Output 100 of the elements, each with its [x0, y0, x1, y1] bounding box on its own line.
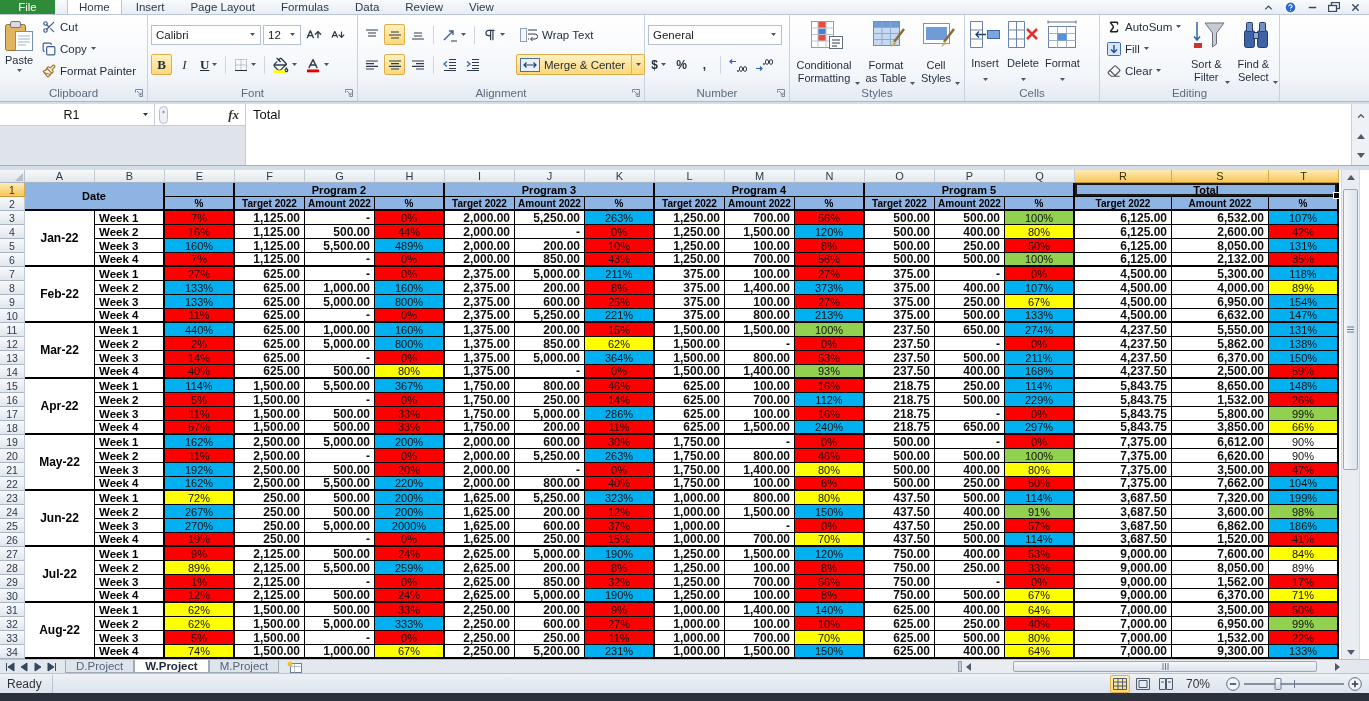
scroll-up-icon[interactable] [1356, 134, 1365, 140]
column-header[interactable]: M [725, 170, 795, 183]
zoom-level-button[interactable]: 70% [1181, 676, 1214, 691]
row-header[interactable]: 13 [0, 351, 25, 365]
column-header[interactable]: P [935, 170, 1005, 183]
row-header[interactable]: 18 [0, 421, 25, 435]
row-header[interactable]: 24 [0, 505, 25, 519]
row-header[interactable]: 2 [0, 197, 25, 211]
italic-button[interactable]: I [174, 54, 195, 75]
ribbon-tab[interactable]: Insert [123, 0, 177, 14]
column-header[interactable]: L [655, 170, 725, 183]
close-icon[interactable] [1350, 1, 1361, 13]
column-header[interactable]: J [515, 170, 585, 183]
column-header[interactable]: O [865, 170, 935, 183]
scroll-down-icon[interactable] [1346, 649, 1355, 655]
clear-button[interactable]: Clear [1103, 60, 1186, 81]
row-header[interactable]: 27 [0, 547, 25, 561]
comma-button[interactable]: , [694, 54, 715, 75]
ribbon-tab[interactable]: View [457, 0, 506, 14]
format-as-table-button[interactable]: Format as Table [862, 18, 916, 87]
row-header[interactable]: 11 [0, 323, 25, 337]
row-header[interactable]: 4 [0, 225, 25, 239]
wrap-text-button[interactable]: Wrap Text [516, 24, 646, 45]
row-header[interactable]: 17 [0, 407, 25, 421]
font-size-field[interactable]: 12 [263, 24, 301, 45]
dialog-launcher-icon[interactable] [345, 89, 353, 97]
row-header[interactable]: 28 [0, 561, 25, 575]
row-header[interactable]: 12 [0, 337, 25, 351]
ribbon-tab[interactable]: Formulas [269, 0, 341, 14]
dialog-launcher-icon[interactable] [777, 89, 785, 97]
zoom-out-icon[interactable] [1226, 676, 1240, 691]
column-header[interactable]: H [375, 170, 445, 183]
sheet-tab[interactable]: W.Project [134, 660, 209, 673]
row-header[interactable]: 21 [0, 463, 25, 477]
autosum-button[interactable]: AutoSum [1103, 16, 1186, 37]
fill-handle-icon[interactable] [1333, 192, 1340, 199]
number-format-field[interactable]: General [648, 24, 782, 45]
column-header[interactable]: N [795, 170, 865, 183]
bold-button[interactable]: B [151, 54, 172, 75]
middle-align-button[interactable] [384, 24, 405, 45]
row-header[interactable]: 7 [0, 267, 25, 281]
next-sheet-icon[interactable] [33, 661, 43, 672]
row-header[interactable]: 8 [0, 281, 25, 295]
first-sheet-icon[interactable] [5, 661, 15, 672]
name-box[interactable]: R1 [0, 104, 155, 125]
dialog-launcher-icon[interactable] [135, 89, 143, 97]
insert-button[interactable]: Insert [968, 18, 1002, 83]
find-select-button[interactable]: Find & Select [1233, 18, 1280, 86]
row-header[interactable]: 29 [0, 575, 25, 589]
row-header[interactable]: 26 [0, 533, 25, 547]
percent-button[interactable]: % [671, 54, 692, 75]
insert-function-button[interactable]: fx [226, 106, 241, 123]
row-header[interactable]: 30 [0, 589, 25, 603]
column-header[interactable]: B [95, 170, 165, 183]
row-header[interactable]: 25 [0, 519, 25, 533]
row-header[interactable]: 20 [0, 449, 25, 463]
row-header[interactable]: 6 [0, 253, 25, 267]
ribbon-tab[interactable]: Data [343, 0, 392, 14]
copy-button[interactable]: Copy [38, 38, 141, 59]
row-header[interactable]: 16 [0, 393, 25, 407]
underline-button[interactable]: U [197, 54, 221, 75]
row-header[interactable]: 10 [0, 309, 25, 323]
new-sheet-icon[interactable] [287, 660, 304, 673]
split-handle-icon[interactable] [958, 661, 962, 672]
row-header[interactable]: 22 [0, 477, 25, 491]
font-name-field[interactable]: Calibri [151, 24, 261, 45]
zoom-slider-thumb[interactable] [1274, 677, 1282, 690]
scroll-thumb[interactable] [1013, 661, 1317, 672]
ribbon-tab[interactable]: Page Layout [178, 0, 268, 14]
column-header[interactable]: Q [1005, 170, 1075, 183]
paste-button[interactable]: Paste [3, 18, 35, 74]
cut-button[interactable]: Cut [38, 16, 141, 37]
sheet-tab[interactable]: D.Project [65, 660, 135, 673]
sheet-tab[interactable]: M.Project [208, 660, 280, 673]
column-header[interactable]: A [25, 170, 95, 183]
row-header[interactable]: 19 [0, 435, 25, 449]
row-header[interactable]: 14 [0, 365, 25, 379]
scroll-thumb[interactable] [1343, 189, 1358, 470]
row-header[interactable]: 31 [0, 603, 25, 617]
restore-icon[interactable] [1328, 2, 1340, 12]
row-header[interactable]: 23 [0, 491, 25, 505]
horizontal-scrollbar[interactable] [958, 660, 1340, 673]
cell-styles-button[interactable]: Cell Styles [917, 18, 961, 87]
column-header[interactable]: F [235, 170, 305, 183]
column-header[interactable]: K [585, 170, 655, 183]
column-header[interactable]: E [165, 170, 235, 183]
row-header[interactable]: 32 [0, 617, 25, 631]
help-icon[interactable] [1284, 0, 1297, 14]
row-header[interactable]: 3 [0, 211, 25, 225]
ribbon-tab[interactable]: Home [67, 0, 122, 14]
sort-filter-button[interactable]: Sort & Filter [1187, 18, 1232, 86]
scroll-down-icon[interactable] [1356, 153, 1365, 159]
scroll-right-icon[interactable] [1335, 662, 1340, 671]
ribbon-tab[interactable]: Review [393, 0, 455, 14]
last-sheet-icon[interactable] [47, 661, 57, 672]
format-painter-button[interactable]: Format Painter [38, 60, 141, 81]
zoom-in-icon[interactable] [1348, 676, 1362, 691]
vertical-scrollbar[interactable] [1341, 170, 1360, 659]
row-header[interactable]: 9 [0, 295, 25, 309]
row-header[interactable]: 1 [0, 183, 25, 197]
